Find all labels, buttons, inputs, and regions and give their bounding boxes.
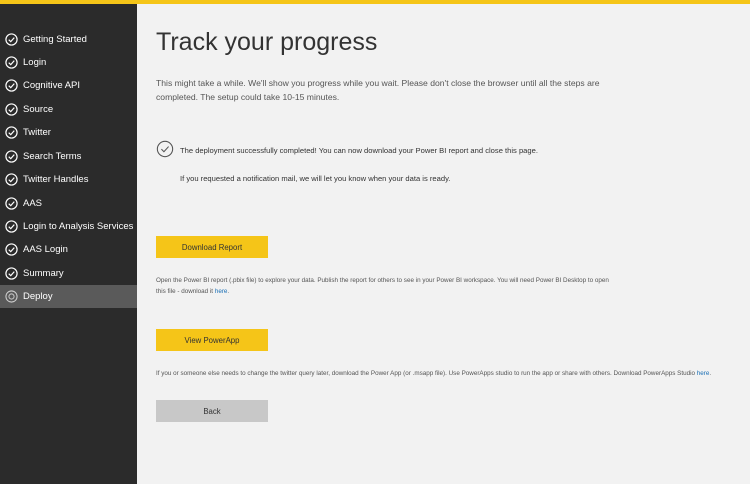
sidebar-item-label: Source bbox=[23, 104, 54, 115]
main-content: Track your progress This might take a wh… bbox=[137, 4, 750, 484]
powerapp-description-text: If you or someone else needs to change t… bbox=[156, 370, 697, 377]
notification-message: If you requested a notification mail, we… bbox=[180, 174, 451, 183]
check-circle-icon bbox=[5, 220, 18, 233]
check-circle-icon bbox=[5, 243, 18, 256]
check-circle-icon bbox=[5, 79, 18, 92]
check-circle-icon bbox=[5, 126, 18, 139]
download-powerapps-studio-link[interactable]: here bbox=[697, 370, 710, 377]
sidebar-item-label: Twitter Handles bbox=[23, 174, 89, 185]
sidebar-item-login-to-analysis-services[interactable]: Login to Analysis Services bbox=[0, 215, 137, 238]
sidebar-item-deploy[interactable]: Deploy bbox=[0, 285, 137, 308]
sidebar-item-label: Twitter bbox=[23, 127, 51, 138]
check-circle-icon bbox=[5, 197, 18, 210]
sidebar-item-search-terms[interactable]: Search Terms bbox=[0, 145, 137, 168]
sidebar-item-label: Cognitive API bbox=[23, 80, 81, 91]
sidebar-item-summary[interactable]: Summary bbox=[0, 262, 137, 285]
page-title: Track your progress bbox=[156, 28, 378, 56]
download-powerbi-link[interactable]: here bbox=[215, 288, 228, 295]
intro-text: This might take a while. We'll show you … bbox=[156, 78, 600, 102]
download-description: Open the Power BI report (.pbix file) to… bbox=[156, 276, 616, 297]
sidebar-item-twitter[interactable]: Twitter bbox=[0, 121, 137, 144]
sidebar-item-aas[interactable]: AAS bbox=[0, 192, 137, 215]
powerapp-description-end: . bbox=[709, 370, 712, 377]
sidebar-item-aas-login[interactable]: AAS Login bbox=[0, 238, 137, 261]
sidebar-item-login[interactable]: Login bbox=[0, 51, 137, 74]
sidebar-item-label: Search Terms bbox=[23, 151, 82, 162]
sidebar-item-label: Login to Analysis Services bbox=[23, 221, 134, 232]
sidebar: Getting Started Login Cognitive API Sour… bbox=[0, 4, 137, 484]
view-powerapp-button[interactable]: View PowerApp bbox=[156, 329, 268, 351]
download-description-end: . bbox=[227, 287, 230, 295]
back-button[interactable]: Back bbox=[156, 400, 268, 422]
sidebar-item-label: Deploy bbox=[23, 291, 53, 302]
sidebar-item-label: Getting Started bbox=[23, 34, 87, 45]
check-circle-icon bbox=[5, 267, 18, 280]
success-message: The deployment successfully completed! Y… bbox=[180, 146, 538, 155]
check-circle-icon bbox=[5, 33, 18, 46]
sidebar-item-cognitive-api[interactable]: Cognitive API bbox=[0, 74, 137, 97]
check-circle-icon bbox=[5, 150, 18, 163]
progress-circle-icon bbox=[5, 290, 18, 303]
download-report-button[interactable]: Download Report bbox=[156, 236, 268, 258]
check-circle-icon bbox=[156, 140, 174, 158]
sidebar-item-label: AAS Login bbox=[23, 244, 68, 255]
sidebar-item-getting-started[interactable]: Getting Started bbox=[0, 28, 137, 51]
sidebar-item-source[interactable]: Source bbox=[0, 98, 137, 121]
check-circle-icon bbox=[5, 103, 18, 116]
powerapp-description: If you or someone else needs to change t… bbox=[156, 369, 750, 380]
check-circle-icon bbox=[5, 173, 18, 186]
sidebar-item-label: Login bbox=[23, 57, 47, 68]
sidebar-item-label: AAS bbox=[23, 198, 43, 209]
sidebar-item-twitter-handles[interactable]: Twitter Handles bbox=[0, 168, 137, 191]
sidebar-item-label: Summary bbox=[23, 268, 64, 279]
check-circle-icon bbox=[5, 56, 18, 69]
